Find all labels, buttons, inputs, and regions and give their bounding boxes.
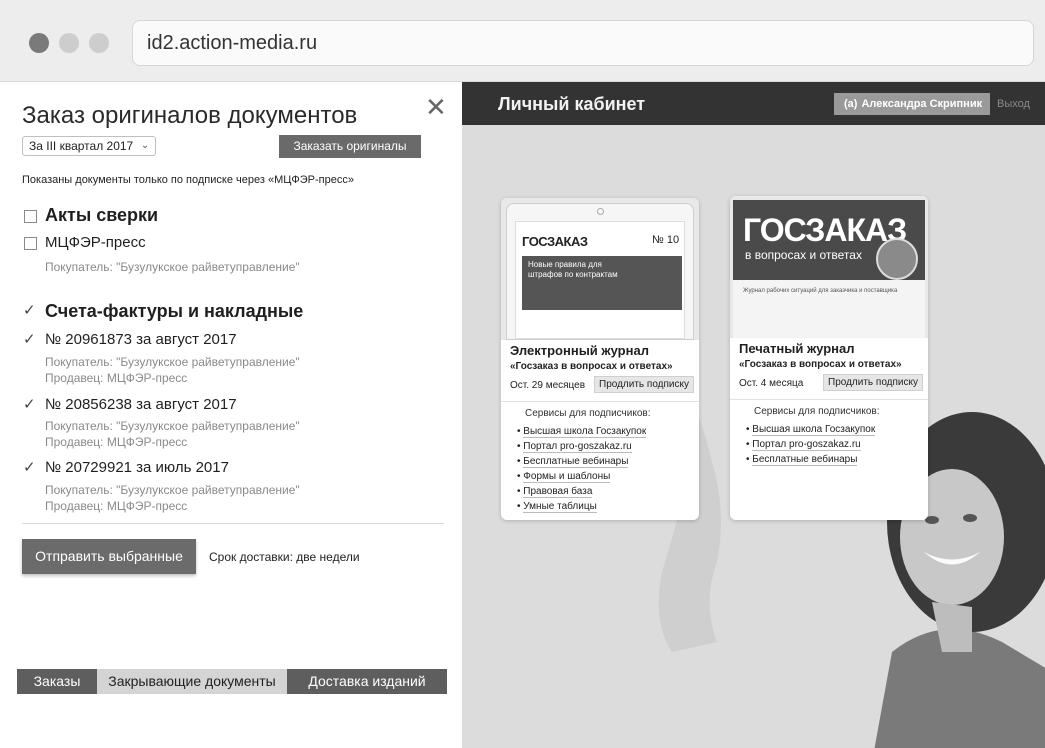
user-badge[interactable]: (а) Александра Скрипник [834,93,990,115]
divider [501,401,699,402]
cover-logo: ГОСЗАКАЗ [522,234,588,249]
divider [730,399,928,400]
item-checkbox[interactable] [24,237,37,250]
card-subtitle: «Госзаказ в вопросах и ответах» [510,361,673,372]
period-select[interactable]: За III квартал 2017 ⌄ [22,136,157,156]
service-link-label: Бесплатные вебинары [523,456,629,468]
subscription-card-print: ГОСЗАКАЗ в вопросах и ответах Журнал раб… [730,196,928,520]
item-title: МЦФЭР-пресс [45,234,146,251]
window-minimize-dot[interactable] [59,33,79,53]
service-link-label: Правовая база [523,486,593,498]
item-checkbox[interactable]: ✓ [23,397,37,412]
item-title: № 20729921 за июль 2017 [45,459,229,476]
item-buyer: Покупатель: "Бузулукское райветуправлени… [45,419,300,433]
cabinet-title: Личный кабинет [498,94,646,114]
service-link[interactable]: Высшая школа Госзакупок [746,422,876,437]
item-buyer: Покупатель: "Бузулукское райветуправлени… [45,260,300,274]
print-cover: ГОСЗАКАЗ в вопросах и ответах Журнал раб… [733,200,925,338]
card-subtitle: «Госзаказ в вопросах и ответах» [739,359,902,370]
bottom-tabs: Заказы Закрывающие документы Доставка из… [17,669,447,694]
user-name: Александра Скрипник [861,98,983,110]
logout-link[interactable]: Выход [997,98,1030,110]
print-cover-band: ГОСЗАКАЗ в вопросах и ответах [733,200,925,280]
item-checkbox[interactable]: ✓ [23,460,37,475]
group-title-invoices: Счета-фактуры и накладные [45,301,304,321]
service-link[interactable]: Формы и шаблоны [517,469,646,484]
renew-subscription-button[interactable]: Продлить подписку [823,374,923,391]
item-seller: Продавец: МЦФЭР-пресс [45,499,188,513]
order-originals-panel: Заказ оригиналов документов ✕ За III ква… [0,82,462,748]
service-link[interactable]: Бесплатные вебинары [517,454,646,469]
services-title: Сервисы для подписчиков: [754,406,880,417]
cabinet-header: Личный кабинет (а) Александра Скрипник Вы… [462,82,1045,125]
divider [22,523,444,524]
panel-title: Заказ оригиналов документов [22,102,358,129]
service-link-label: Высшая школа Госзакупок [752,424,876,436]
item-checkbox[interactable]: ✓ [23,332,37,347]
card-remaining: Ост. 29 месяцев [510,380,586,391]
service-link[interactable]: Бесплатные вебинары [746,452,875,467]
item-title: № 20856238 за август 2017 [45,396,237,413]
item-title: № 20961873 за август 2017 [45,331,237,348]
window-maximize-dot[interactable] [89,33,109,53]
cover-banner: Новые правила для штрафов по контрактам [522,256,682,310]
cover-photo [876,238,918,280]
tablet-frame: ГОСЗАКАЗ № 10 Новые правила для штрафов … [506,203,694,340]
service-link[interactable]: Умные таблицы [517,499,646,514]
magazine-cover: ГОСЗАКАЗ № 10 Новые правила для штрафов … [501,198,699,340]
cover-headline: Новые правила для штрафов по контрактам [528,260,618,279]
tab-orders[interactable]: Заказы [17,669,97,694]
card-name: Электронный журнал [510,343,649,358]
cover-issue: № 10 [652,234,680,246]
group-checkbox-invoices[interactable]: ✓ [23,303,37,318]
window-close-dot[interactable] [29,33,49,53]
group-checkbox-acts[interactable] [24,210,37,223]
services-title: Сервисы для подписчиков: [525,408,651,419]
browser-chrome: id2.action-media.ru [0,0,1045,82]
service-link-label: Умные таблицы [523,501,597,513]
send-selected-button[interactable]: Отправить выбранные [22,539,196,574]
tab-closing-documents[interactable]: Закрывающие документы [97,669,287,694]
tab-delivery[interactable]: Доставка изданий [287,669,447,694]
card-remaining: Ост. 4 месяца [739,378,804,389]
service-link[interactable]: Портал pro-goszakaz.ru [746,437,875,452]
group-title-acts: Акты сверки [45,205,159,225]
subscription-card-electronic: ГОСЗАКАЗ № 10 Новые правила для штрафов … [501,198,699,520]
service-link-label: Формы и шаблоны [523,471,611,483]
order-originals-button[interactable]: Заказать оригиналы [279,135,421,158]
cover-subtitle: в вопросах и ответах [745,248,862,262]
item-buyer: Покупатель: "Бузулукское райветуправлени… [45,483,300,497]
item-seller: Продавец: МЦФЭР-пресс [45,371,188,385]
service-link-label: Бесплатные вебинары [752,454,858,466]
service-link-label: Портал pro-goszakaz.ru [752,439,861,451]
address-bar[interactable]: id2.action-media.ru [132,20,1034,66]
item-buyer: Покупатель: "Бузулукское райветуправлени… [45,355,300,369]
personal-cabinet: Личный кабинет (а) Александра Скрипник Вы… [462,82,1045,748]
renew-subscription-button[interactable]: Продлить подписку [594,376,694,393]
subscription-note: Показаны документы только по подписке че… [22,174,354,186]
tablet-screen: ГОСЗАКАЗ № 10 Новые правила для штрафов … [515,221,685,339]
period-select-value: За III квартал 2017 [29,139,134,153]
user-mark-icon: (а) [844,98,858,110]
item-seller: Продавец: МЦФЭР-пресс [45,435,188,449]
tablet-camera [597,208,604,215]
chevron-down-icon: ⌄ [140,140,150,151]
close-icon[interactable]: ✕ [425,92,447,123]
delivery-time: Срок доставки: две недели [209,550,360,564]
services-list: Высшая школа Госзакупок Портал pro-gosza… [517,424,647,514]
card-name: Печатный журнал [739,341,855,356]
service-link[interactable]: Правовая база [517,484,646,499]
cover-tagline: Журнал рабочих ситуаций для заказчика и … [743,288,898,294]
service-link-label: Высшая школа Госзакупок [523,426,647,438]
magazine-cover: ГОСЗАКАЗ в вопросах и ответах Журнал раб… [730,196,928,338]
services-list: Высшая школа Госзакупок Портал pro-gosza… [746,422,876,467]
service-link[interactable]: Портал pro-goszakaz.ru [517,439,646,454]
service-link[interactable]: Высшая школа Госзакупок [517,424,647,439]
address-bar-url: id2.action-media.ru [147,32,318,54]
service-link-label: Портал pro-goszakaz.ru [523,441,632,453]
